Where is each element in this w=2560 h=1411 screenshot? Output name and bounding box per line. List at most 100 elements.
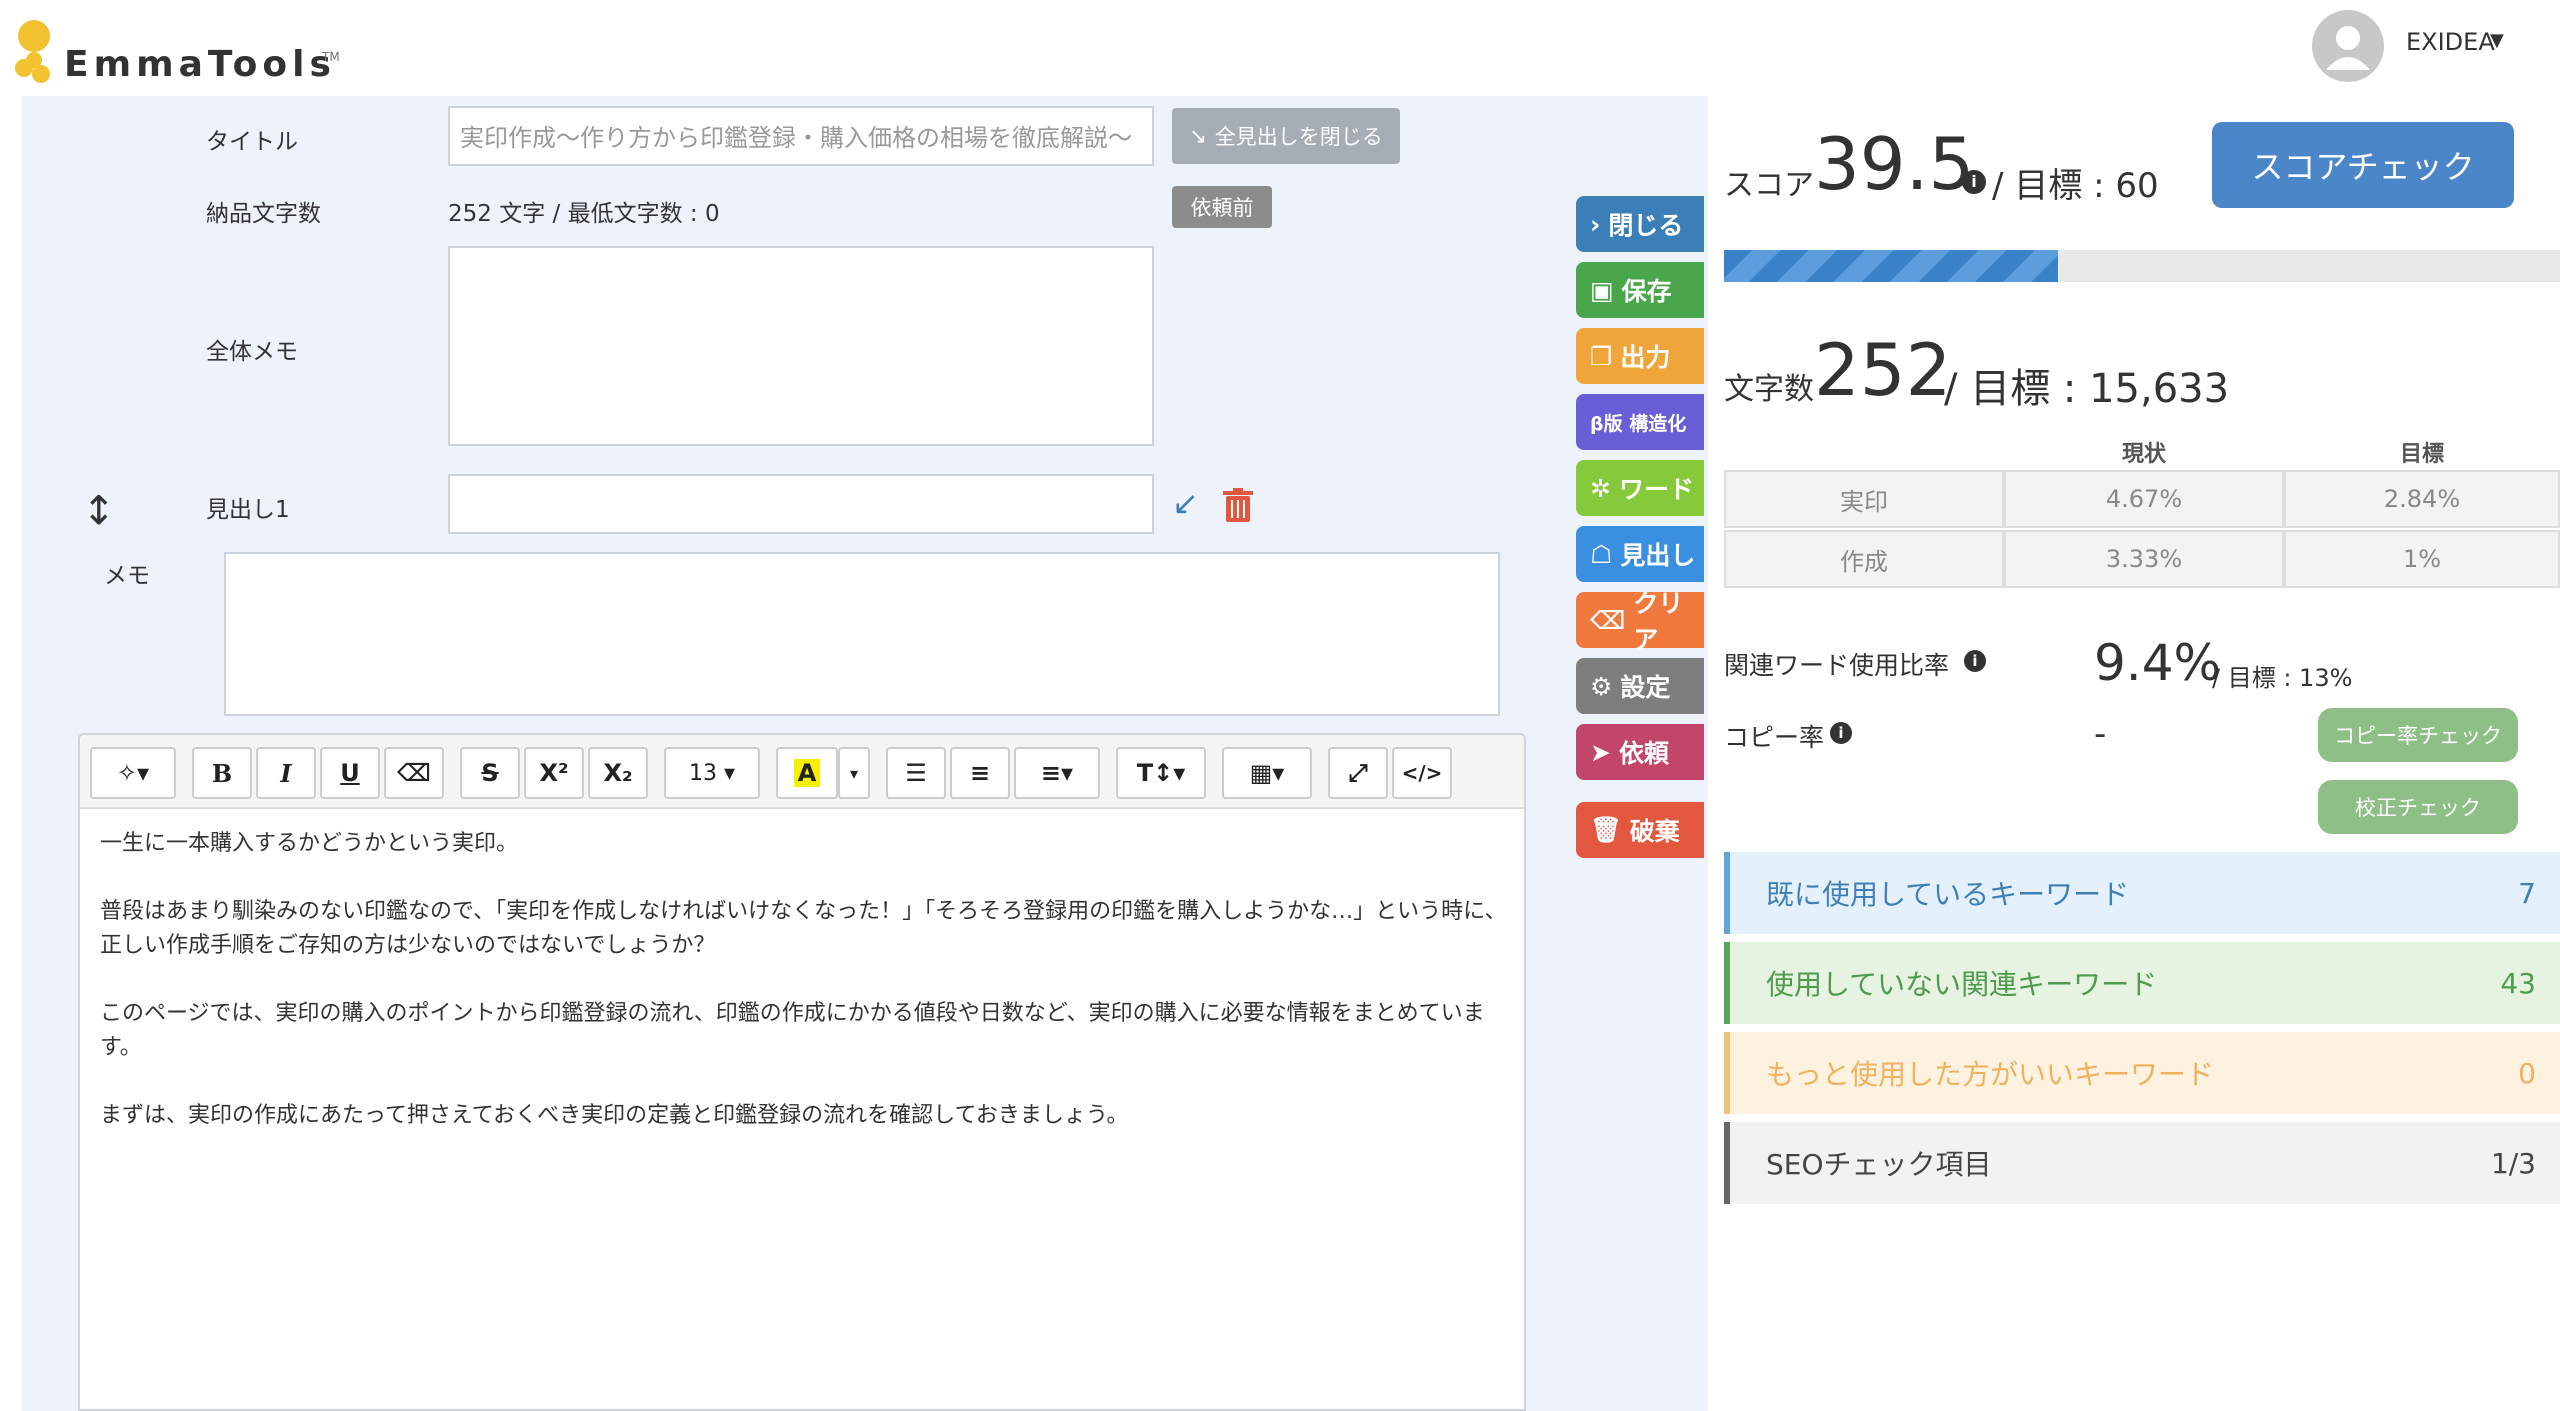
table-icon[interactable]: ▦▾ xyxy=(1222,747,1312,799)
rich-text-editor: ✧▾ B I U ⌫ S X² X₂ 13 ▾ A ▾ ☰ ≡ ≡▾ T↕▾ ▦… xyxy=(78,733,1526,1411)
copy-rate-value: - xyxy=(2094,714,2107,754)
proofread-check-button[interactable]: 校正チェック xyxy=(2318,780,2518,834)
heading1-input[interactable] xyxy=(448,474,1154,534)
editor-paragraph: 普段はあまり馴染みのない印鑑なので、「実印を作成しなければいけなくなった！」「そ… xyxy=(100,899,1507,958)
char-count-value: 252 xyxy=(1814,328,1952,412)
close-button[interactable]: › 閉じる xyxy=(1576,196,1704,252)
info-icon[interactable]: i xyxy=(1962,170,1986,194)
table-current-cell: 4.67% xyxy=(2004,470,2284,528)
memo-all-label: 全体メモ xyxy=(206,339,298,365)
table-target-cell: 1% xyxy=(2284,530,2560,588)
drag-handle-icon[interactable]: ↕ xyxy=(82,488,116,534)
user-icon xyxy=(2326,26,2370,70)
avatar[interactable] xyxy=(2312,10,2384,82)
collapse-heading-icon[interactable]: ↙ xyxy=(1172,484,1212,524)
eraser-icon: ⌫ xyxy=(1590,605,1626,635)
strikethrough-icon[interactable]: S xyxy=(460,747,520,799)
italic-icon[interactable]: I xyxy=(256,747,316,799)
table-header-target: 目標 xyxy=(2399,442,2444,467)
score-progress-bar xyxy=(1724,250,2560,282)
unused-keywords-count: 43 xyxy=(2500,966,2536,1000)
logo-text: EmmaTools xyxy=(64,44,336,85)
clear-label: クリア xyxy=(1633,589,1684,654)
score-target: / 目標 : 60 xyxy=(1992,166,2159,206)
structure-label: β版 構造化 xyxy=(1590,412,1687,435)
trash-icon: 🗑 xyxy=(1590,815,1622,844)
info-icon[interactable]: i xyxy=(1964,650,1986,672)
discard-button[interactable]: 🗑 破棄 xyxy=(1576,802,1704,858)
code-view-icon[interactable]: </> xyxy=(1392,747,1452,799)
char-count-label: 文字数 xyxy=(1724,372,1814,407)
export-button[interactable]: ❐ 出力 xyxy=(1576,328,1704,384)
user-menu-name[interactable]: EXIDEA xyxy=(2406,28,2495,56)
export-icon: ❐ xyxy=(1590,341,1613,371)
numbered-list-icon[interactable]: ≡ xyxy=(950,747,1010,799)
related-ratio-target: / 目標 : 13% xyxy=(2212,664,2353,692)
title-input[interactable]: 実印作成〜作り方から印鑑登録・購入価格の相場を徹底解説〜 xyxy=(448,106,1154,166)
heading-icon: ☖ xyxy=(1590,539,1613,569)
font-size-select[interactable]: 13 ▾ xyxy=(664,747,760,799)
info-icon[interactable]: i xyxy=(1830,722,1852,744)
settings-button[interactable]: ⚙ 設定 xyxy=(1576,658,1704,714)
compress-icon: ↘ xyxy=(1189,124,1207,148)
word-label: ワード xyxy=(1618,475,1694,504)
clear-button[interactable]: ⌫ クリア xyxy=(1576,589,1704,654)
table-target-cell: 2.84% xyxy=(2284,470,2560,528)
table-keyword-cell: 作成 xyxy=(1724,530,2004,588)
memo-all-textarea[interactable] xyxy=(448,246,1154,446)
request-button[interactable]: ➤ 依頼 xyxy=(1576,724,1704,780)
subscript-icon[interactable]: X₂ xyxy=(588,747,648,799)
superscript-icon[interactable]: X² xyxy=(524,747,584,799)
export-label: 出力 xyxy=(1620,343,1671,372)
related-ratio-value: 9.4% xyxy=(2094,634,2222,692)
align-icon[interactable]: ≡▾ xyxy=(1014,747,1100,799)
copy-rate-check-button[interactable]: コピー率チェック xyxy=(2318,708,2518,762)
delete-heading-icon[interactable] xyxy=(1222,488,1254,524)
memo-label: メモ xyxy=(104,563,150,589)
word-button[interactable]: ✲ ワード xyxy=(1576,460,1704,516)
table-header-current: 現状 xyxy=(2121,442,2166,467)
heading-button[interactable]: ☖ 見出し xyxy=(1576,526,1704,582)
save-label: 保存 xyxy=(1621,277,1672,306)
close-label: 閉じる xyxy=(1608,211,1684,240)
color-dropdown-icon[interactable]: ▾ xyxy=(838,747,870,799)
eraser-icon[interactable]: ⌫ xyxy=(384,747,444,799)
collapse-all-button[interactable]: ↘ 全見出しを閉じる xyxy=(1172,108,1400,164)
fullscreen-icon[interactable]: ⤢ xyxy=(1328,747,1388,799)
unused-keywords-section[interactable]: 使用していない関連キーワード 43 xyxy=(1724,942,2560,1024)
status-badge: 依頼前 xyxy=(1172,186,1272,228)
gear-icon: ⚙ xyxy=(1590,671,1613,701)
caret-down-icon[interactable]: ▼ xyxy=(2490,30,2504,51)
score-check-button[interactable]: スコアチェック xyxy=(2212,122,2514,208)
seo-check-label: SEOチェック項目 xyxy=(1766,1148,1992,1181)
score-label: スコア xyxy=(1724,168,1814,203)
editor-toolbar: ✧▾ B I U ⌫ S X² X₂ 13 ▾ A ▾ ☰ ≡ ≡▾ T↕▾ ▦… xyxy=(80,735,1524,809)
used-keywords-section[interactable]: 既に使用しているキーワード 7 xyxy=(1724,852,2560,934)
magic-wand-icon[interactable]: ✧▾ xyxy=(90,747,176,799)
line-height-icon[interactable]: T↕▾ xyxy=(1116,747,1206,799)
more-keywords-section[interactable]: もっと使用した方がいいキーワード 0 xyxy=(1724,1032,2560,1114)
save-button[interactable]: ▣ 保存 xyxy=(1576,262,1704,318)
more-keywords-label: もっと使用した方がいいキーワード xyxy=(1766,1058,2215,1091)
underline-icon[interactable]: U xyxy=(320,747,380,799)
bullet-list-icon[interactable]: ☰ xyxy=(886,747,946,799)
collapse-all-label: 全見出しを閉じる xyxy=(1214,125,1383,149)
more-keywords-count: 0 xyxy=(2518,1056,2536,1090)
structure-button[interactable]: β版 構造化 xyxy=(1576,394,1704,450)
bold-icon[interactable]: B xyxy=(192,747,252,799)
text-color-icon[interactable]: A xyxy=(776,747,838,799)
heading1-label: 見出し1 xyxy=(206,497,290,523)
memo-textarea[interactable] xyxy=(224,552,1500,716)
table-keyword-cell: 実印 xyxy=(1724,470,2004,528)
editor-paragraph: まずは、実印の作成にあたって押さえておくべき実印の定義と印鑑登録の流れを確認して… xyxy=(100,1103,1129,1128)
seo-check-section[interactable]: SEOチェック項目 1/3 xyxy=(1724,1122,2560,1204)
font-size-value: 13 xyxy=(688,760,717,786)
delivery-count-value: 252 文字 / 最低文字数 : 0 xyxy=(448,201,720,227)
word-icon: ✲ xyxy=(1590,473,1611,503)
title-label: タイトル xyxy=(206,129,298,155)
seo-check-count: 1/3 xyxy=(2490,1146,2536,1180)
editor-content[interactable]: 一生に一本購入するかどうかという実印。 普段はあまり馴染みのない印鑑なので、「実… xyxy=(100,827,1510,1167)
request-label: 依頼 xyxy=(1618,739,1669,768)
chevron-right-icon: › xyxy=(1590,209,1601,239)
used-keywords-count: 7 xyxy=(2518,876,2536,910)
